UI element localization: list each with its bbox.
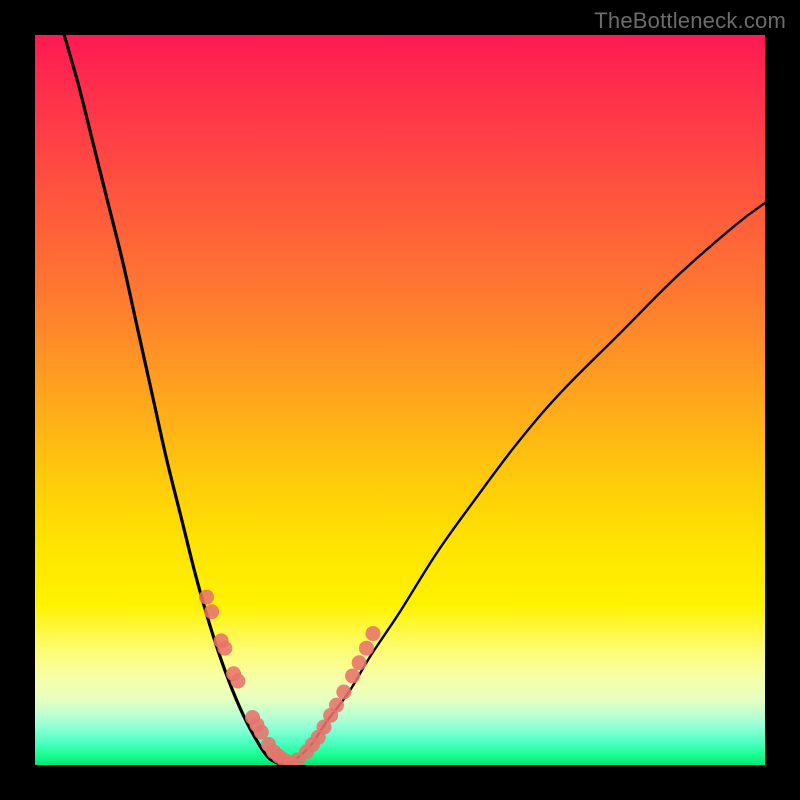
- data-point: [329, 698, 344, 713]
- curve-svg: [35, 35, 765, 765]
- data-point: [217, 641, 232, 656]
- data-point: [199, 590, 214, 605]
- data-point: [345, 668, 360, 683]
- outer-frame: TheBottleneck.com: [0, 0, 800, 800]
- watermark-text: TheBottleneck.com: [594, 8, 786, 34]
- data-point: [365, 626, 380, 641]
- data-point: [204, 604, 219, 619]
- plot-area: [35, 35, 765, 765]
- data-point: [230, 674, 245, 689]
- data-point: [359, 641, 374, 656]
- data-point: [336, 685, 351, 700]
- curve-layer: [64, 35, 765, 765]
- data-point: [352, 655, 367, 670]
- curve-left: [64, 35, 283, 765]
